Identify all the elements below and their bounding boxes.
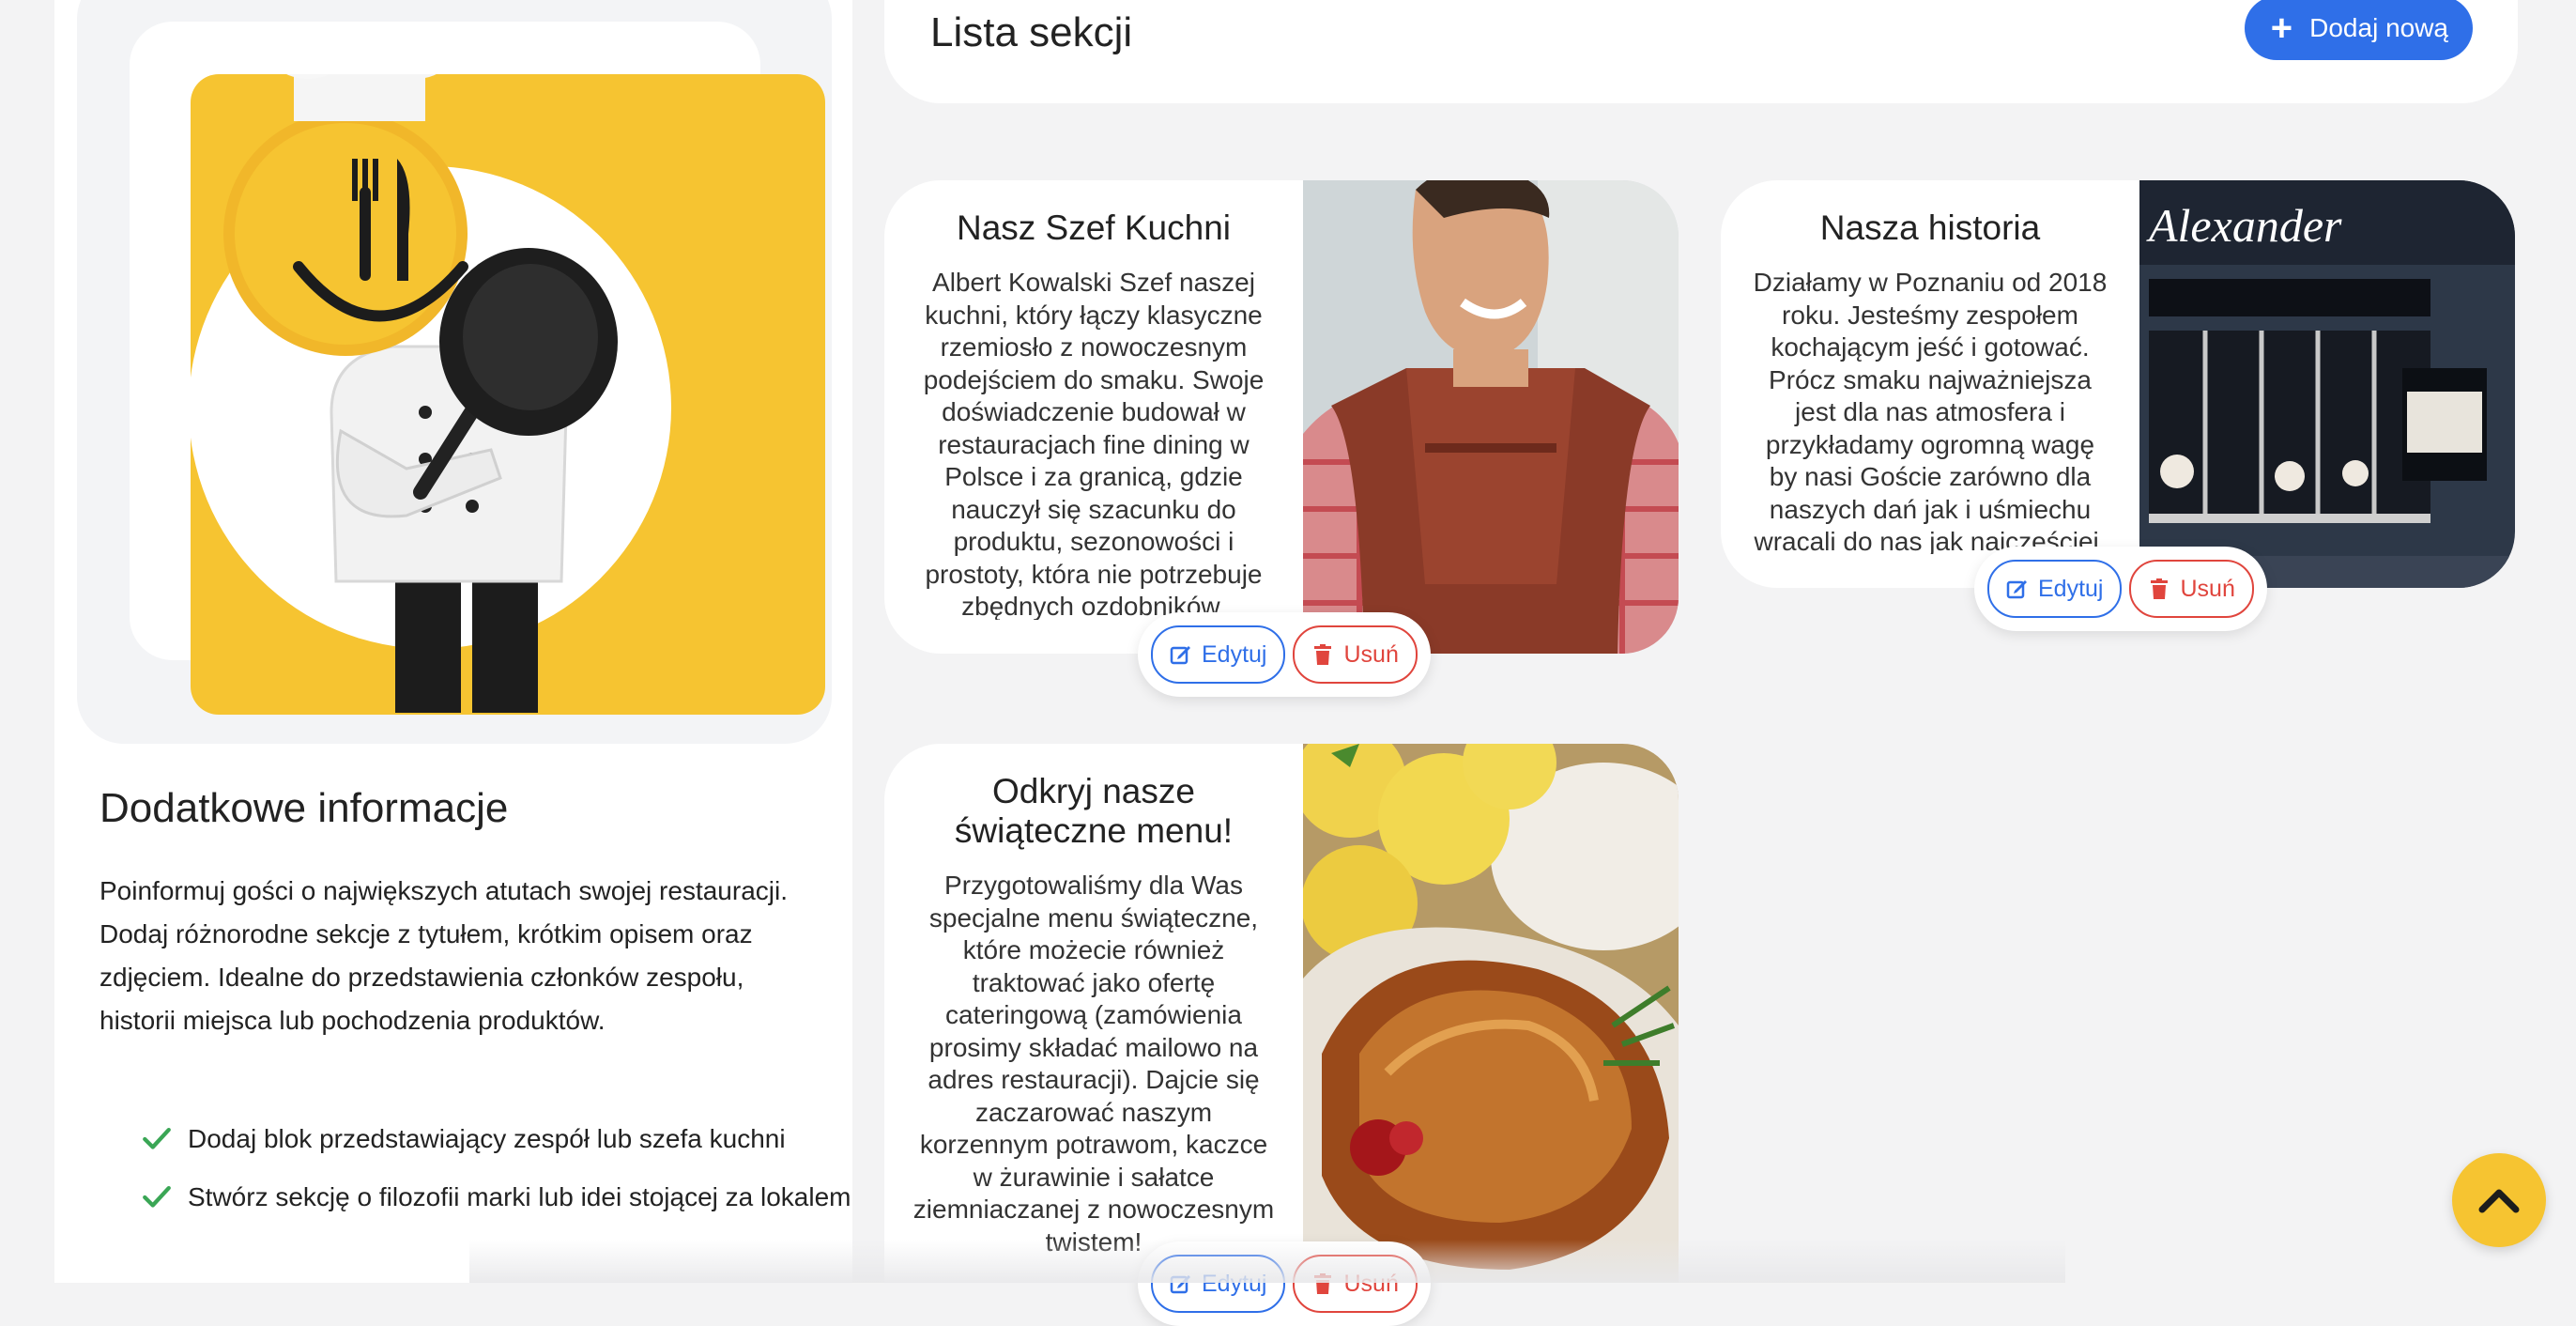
info-panel: Dodatkowe informacje Poinformuj gości o …: [54, 0, 852, 1283]
delete-label: Usuń: [2180, 575, 2235, 602]
tip-item: Dodaj blok przedstawiający zespół lub sz…: [141, 1118, 873, 1161]
edit-label: Edytuj: [1202, 640, 1267, 668]
sections-header: Lista sekcji + Dodaj nową: [884, 0, 2518, 103]
trash-icon: [1314, 644, 1332, 665]
check-icon: [143, 1185, 171, 1208]
info-description: Poinformuj gości o największych atutach …: [100, 876, 788, 1035]
scroll-to-top-button[interactable]: [2452, 1153, 2546, 1247]
section-title: Nasz Szef Kuchni: [956, 208, 1232, 247]
bottom-fade: [469, 1240, 2065, 1283]
section-title: Odkryj nasze świąteczne menu!: [954, 772, 1234, 850]
plus-icon: +: [2270, 8, 2293, 49]
section-description: Działamy w Poznaniu od 2018 roku. Jesteś…: [1753, 268, 2108, 554]
section-card: Nasz Szef Kuchni Albert Kowalski Szef na…: [884, 180, 1679, 697]
delete-button[interactable]: Usuń: [2129, 560, 2254, 618]
edit-icon: [2006, 580, 2027, 599]
section-actions: Edytuj Usuń: [1974, 547, 2267, 631]
tip-text: Dodaj blok przedstawiający zespół lub sz…: [188, 1124, 786, 1153]
hero-illustration-box: [77, 0, 832, 744]
section-image: Alexander: [2139, 180, 2515, 588]
delete-label: Usuń: [1343, 640, 1399, 668]
add-section-button[interactable]: + Dodaj nową: [2244, 0, 2473, 60]
section-image: [1303, 180, 1679, 654]
section-description: Albert Kowalski Szef naszej kuchni, któr…: [923, 268, 1265, 620]
add-section-label: Dodaj nową: [2309, 13, 2448, 42]
tips-list: Dodaj blok przedstawiający zespół lub sz…: [141, 1118, 873, 1234]
page-title: Lista sekcji: [930, 9, 1133, 55]
section-description: Przygotowaliśmy dla Was specjalne menu ś…: [912, 871, 1275, 1255]
tip-text: Stwórz sekcję o filozofii marki lub idei…: [188, 1182, 851, 1211]
trash-icon: [2151, 578, 2169, 599]
edit-icon: [1170, 646, 1190, 665]
restaurant-sign: Alexander: [2146, 199, 2342, 252]
delete-button[interactable]: Usuń: [1293, 625, 1418, 684]
section-actions: Edytuj Usuń: [1138, 612, 1431, 697]
edit-button[interactable]: Edytuj: [1987, 560, 2123, 618]
section-card: Nasza historia Działamy w Poznaniu od 20…: [1721, 180, 2515, 631]
section-card: Odkryj nasze świąteczne menu! Przygotowa…: [884, 744, 1679, 1326]
section-title: Nasza historia: [1819, 208, 2041, 247]
edit-button[interactable]: Edytuj: [1151, 625, 1286, 684]
chevron-up-icon: [2478, 1189, 2520, 1213]
info-title: Dodatkowe informacje: [100, 785, 509, 831]
section-image: [1303, 744, 1679, 1283]
tip-item: Stwórz sekcję o filozofii marki lub idei…: [141, 1176, 873, 1219]
edit-label: Edytuj: [2038, 575, 2104, 602]
chef-mascot-illustration: [191, 74, 825, 715]
check-icon: [143, 1127, 171, 1149]
